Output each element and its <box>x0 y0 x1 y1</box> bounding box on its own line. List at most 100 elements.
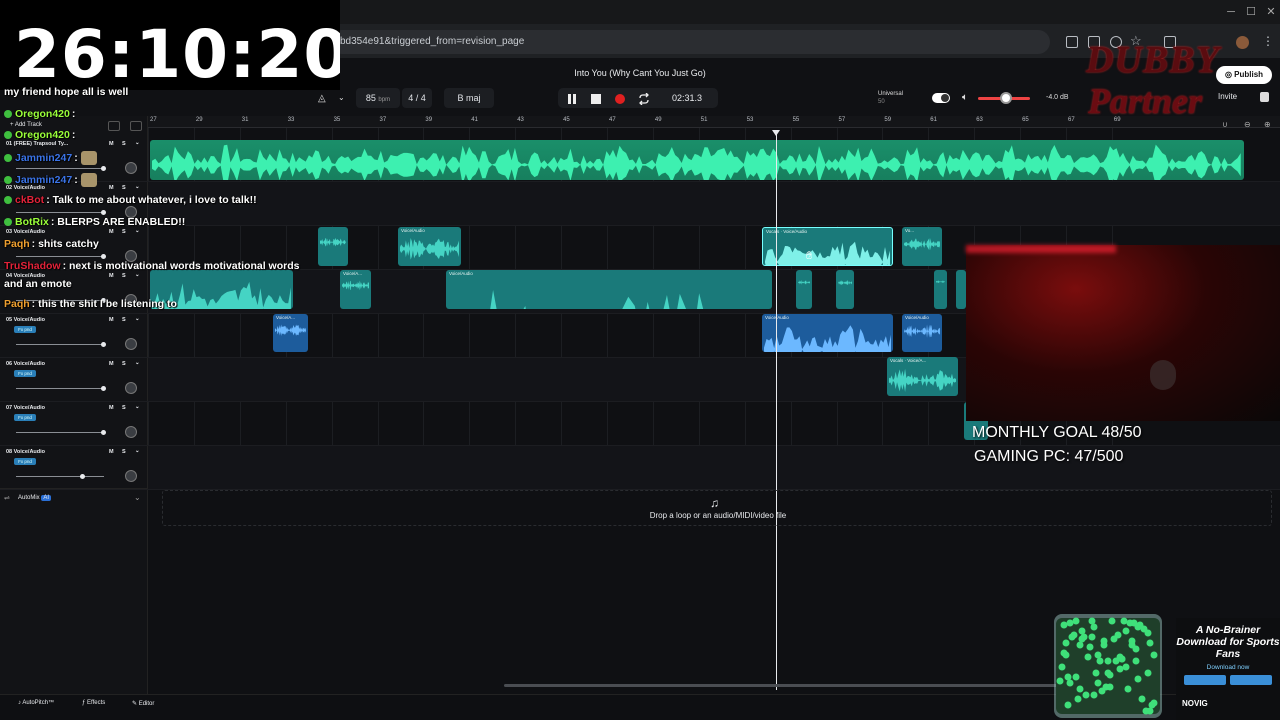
minimize-icon[interactable]: ─ <box>1224 6 1238 18</box>
clip-track3-b[interactable]: Voice/Audio <box>398 227 461 266</box>
mute-button[interactable]: M <box>109 317 114 323</box>
address-bar[interactable]: bd354e91&triggered_from=revision_page <box>330 30 1050 54</box>
track-name[interactable]: 07 Voice/Audio <box>6 405 45 411</box>
effects-button[interactable]: ƒ Effects <box>82 700 105 706</box>
fader-thumb[interactable] <box>101 430 106 435</box>
bpm-field[interactable]: 85 bpm <box>356 88 400 108</box>
fx-badge[interactable]: Fx pnd <box>14 414 36 421</box>
clip-track4-d[interactable] <box>796 270 812 309</box>
clip-track5-a[interactable]: Voice/A... <box>273 314 308 352</box>
volume-fader[interactable] <box>16 168 104 169</box>
clip-track5-c[interactable]: Voice/Audio <box>902 314 942 352</box>
speaker-icon[interactable]: 🔈︎ <box>962 92 968 103</box>
browser-menu-icon[interactable]: ⋮ <box>1262 34 1274 48</box>
pan-knob[interactable] <box>125 382 137 394</box>
mute-button[interactable]: M <box>109 361 114 367</box>
fader-thumb[interactable] <box>101 386 106 391</box>
solo-button[interactable]: S <box>122 273 126 279</box>
playhead-handle[interactable] <box>772 130 780 136</box>
google-play-badge[interactable] <box>1230 675 1272 685</box>
track-name[interactable]: 08 Voice/Audio <box>6 449 45 455</box>
ad-panel[interactable]: A No-Brainer Download for Sports Fans Do… <box>1176 618 1280 720</box>
chevron-down-icon[interactable]: ⌄ <box>338 93 345 102</box>
mute-button[interactable]: M <box>109 273 114 279</box>
horizontal-scrollbar[interactable] <box>504 684 1064 687</box>
profile-avatar[interactable] <box>1236 36 1249 49</box>
stop-button[interactable] <box>590 92 602 104</box>
solo-button[interactable]: S <box>122 361 126 367</box>
close-icon[interactable]: ✕ <box>1264 6 1278 18</box>
fader-thumb[interactable] <box>101 210 106 215</box>
solo-button[interactable]: S <box>122 141 126 147</box>
solo-button[interactable]: S <box>122 185 126 191</box>
time-signature-field[interactable]: 4 / 4 <box>402 88 432 108</box>
track-name[interactable]: 06 Voice/Audio <box>6 361 45 367</box>
snap-icon[interactable] <box>108 121 120 131</box>
autopitch-button[interactable]: ♪ AutoPitch™ <box>18 700 54 706</box>
ad-download-link[interactable]: Download now <box>1176 664 1280 671</box>
mute-button[interactable]: M <box>109 449 114 455</box>
fader-thumb[interactable] <box>101 254 106 259</box>
record-button[interactable] <box>614 92 626 104</box>
clip-track4-f[interactable] <box>934 270 947 309</box>
clip-beat[interactable] <box>150 140 1244 180</box>
mute-button[interactable]: M <box>109 229 114 235</box>
chevron-down-icon[interactable]: ⌄ <box>134 493 141 502</box>
chevron-down-icon[interactable]: ⌄ <box>135 184 140 190</box>
solo-button[interactable]: S <box>122 405 126 411</box>
volume-knob[interactable] <box>1000 92 1012 104</box>
volume-fader[interactable] <box>16 212 104 213</box>
chevron-down-icon[interactable]: ⌄ <box>135 316 140 322</box>
pan-knob[interactable] <box>125 162 137 174</box>
clip-track4-b[interactable]: Voice/A... <box>340 270 371 309</box>
playhead[interactable] <box>776 130 777 690</box>
clip-track4-e[interactable] <box>836 270 854 309</box>
pause-button[interactable] <box>566 92 578 104</box>
volume-fader[interactable] <box>16 476 104 477</box>
loop-button[interactable] <box>638 92 650 106</box>
solo-button[interactable]: S <box>122 449 126 455</box>
mute-button[interactable]: M <box>109 405 114 411</box>
track-name[interactable]: 03 Voice/Audio <box>6 229 45 235</box>
clip-track5-b[interactable]: Voice/Audio <box>762 314 893 352</box>
notification-icon[interactable] <box>1260 92 1269 102</box>
reader-icon[interactable] <box>1066 36 1078 48</box>
editor-button[interactable]: ✎ Editor <box>132 700 154 707</box>
metronome-icon[interactable]: ◬ <box>318 93 326 104</box>
zoom-in-icon[interactable]: ⊕ <box>1264 120 1271 129</box>
clip-track4-g[interactable] <box>956 270 966 309</box>
track-name[interactable]: 05 Voice/Audio <box>6 317 45 323</box>
clip-track3-vocals[interactable]: Vocals · Voice/Audio <box>762 227 893 266</box>
chevron-down-icon[interactable]: ⌄ <box>135 360 140 366</box>
chevron-down-icon[interactable]: ⌄ <box>135 404 140 410</box>
fx-badge[interactable]: Fx pnd <box>14 458 36 465</box>
chevron-down-icon[interactable]: ⌄ <box>135 272 140 278</box>
invite-button[interactable]: Invite <box>1218 92 1250 101</box>
clip-track6-a[interactable]: Vocals · Voice/A... <box>887 357 958 396</box>
chevron-down-icon[interactable]: ⌄ <box>135 228 140 234</box>
pan-knob[interactable] <box>125 338 137 350</box>
publish-button[interactable]: ◎ Publish <box>1216 66 1272 84</box>
volume-fader[interactable] <box>16 256 104 257</box>
fader-thumb[interactable] <box>101 166 106 171</box>
mute-button[interactable]: M <box>109 185 114 191</box>
volume-fader[interactable] <box>16 388 104 389</box>
solo-button[interactable]: S <box>122 229 126 235</box>
app-store-badge[interactable] <box>1184 675 1226 685</box>
clip-track4-c[interactable]: Voice/Audio <box>446 270 772 309</box>
fader-thumb[interactable] <box>80 474 85 479</box>
clip-track3-a[interactable] <box>318 227 348 266</box>
add-track-button[interactable]: + Add Track <box>10 122 42 128</box>
chevron-down-icon[interactable]: ⌄ <box>135 140 140 146</box>
universal-toggle[interactable] <box>932 93 950 103</box>
clip-track3-d[interactable]: Vo... <box>902 227 942 266</box>
fader-thumb[interactable] <box>101 342 106 347</box>
pan-knob[interactable] <box>125 470 137 482</box>
magnet-icon[interactable]: ∪ <box>1222 120 1228 129</box>
key-field[interactable]: B maj <box>444 88 494 108</box>
volume-fader[interactable] <box>16 432 104 433</box>
automix-row[interactable]: AutoMix AI <box>0 488 148 506</box>
fx-badge[interactable]: Fx pnd <box>14 326 36 333</box>
track-lane[interactable] <box>148 182 1280 226</box>
track-name[interactable]: 01 (FREE) Trapsoul Ty... <box>6 141 68 147</box>
